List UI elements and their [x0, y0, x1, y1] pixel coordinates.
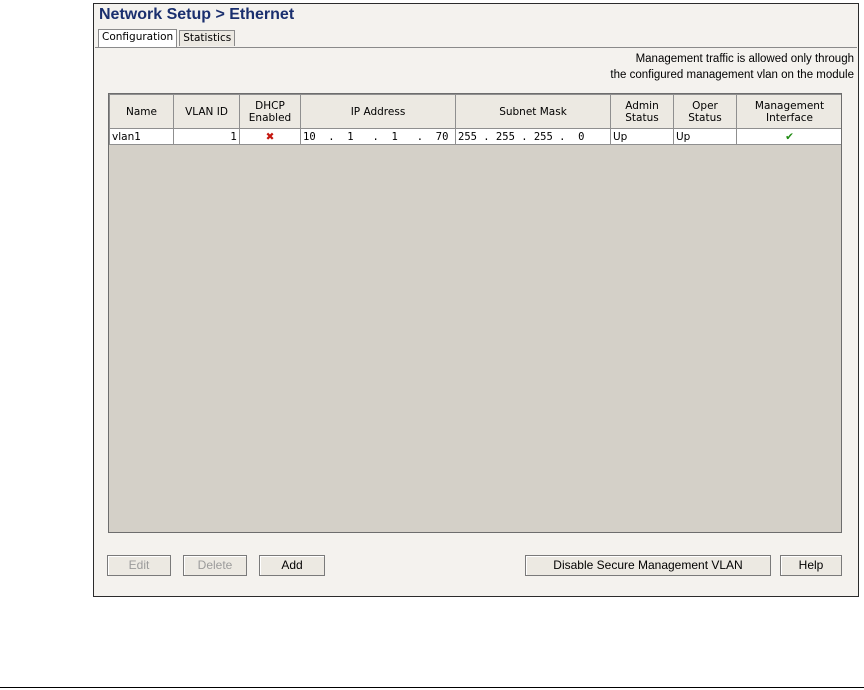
x-mark-icon: ✖ — [265, 130, 275, 143]
table-row[interactable]: vlan1 1 ✖ 10 . 1 . 1 . 70 255 . 255 . 25… — [109, 128, 841, 145]
tab-divider — [95, 47, 857, 48]
cell-name[interactable]: vlan1 — [109, 128, 174, 145]
table-header-row: Name VLAN ID DHCP Enabled IP Address Sub… — [109, 94, 841, 129]
cell-dhcp-enabled[interactable]: ✖ — [239, 128, 301, 145]
column-header-dhcp-enabled[interactable]: DHCP Enabled — [239, 94, 301, 129]
cell-vlan-id[interactable]: 1 — [173, 128, 240, 145]
help-button[interactable]: Help — [780, 555, 842, 576]
vlan-table-container: Name VLAN ID DHCP Enabled IP Address Sub… — [108, 93, 842, 533]
cell-management-interface[interactable]: ✔ — [736, 128, 841, 145]
cell-oper-status[interactable]: Up — [673, 128, 737, 145]
page-footer-rule — [0, 687, 864, 688]
edit-button[interactable]: Edit — [107, 555, 171, 576]
disable-secure-management-vlan-button[interactable]: Disable Secure Management VLAN — [525, 555, 771, 576]
ethernet-setup-window: Network Setup > Ethernet Configuration S… — [93, 3, 859, 597]
column-header-vlan-id[interactable]: VLAN ID — [173, 94, 240, 129]
column-header-admin-status[interactable]: Admin Status — [610, 94, 674, 129]
delete-button[interactable]: Delete — [183, 555, 247, 576]
cell-admin-status[interactable]: Up — [610, 128, 674, 145]
cell-ip-address[interactable]: 10 . 1 . 1 . 70 — [300, 128, 456, 145]
cell-subnet-mask[interactable]: 255 . 255 . 255 . 0 — [455, 128, 611, 145]
subnet-mask-value: 255 . 255 . 255 . 0 — [458, 130, 585, 143]
management-note: Management traffic is allowed only throu… — [610, 51, 854, 83]
column-header-name[interactable]: Name — [109, 94, 174, 129]
management-note-line1: Management traffic is allowed only throu… — [635, 53, 854, 65]
add-button[interactable]: Add — [259, 555, 325, 576]
check-mark-icon: ✔ — [785, 130, 794, 143]
column-header-subnet-mask[interactable]: Subnet Mask — [455, 94, 611, 129]
tab-statistics[interactable]: Statistics — [179, 30, 236, 46]
column-header-ip-address[interactable]: IP Address — [300, 94, 456, 129]
column-header-oper-status[interactable]: Oper Status — [673, 94, 737, 129]
tab-configuration[interactable]: Configuration — [98, 29, 178, 47]
column-header-management-interface[interactable]: Management Interface — [736, 94, 841, 129]
ip-address-value: 10 . 1 . 1 . 70 — [303, 130, 449, 143]
tab-bar: Configuration Statistics — [98, 29, 237, 48]
management-note-line2: the configured management vlan on the mo… — [610, 69, 854, 81]
page-title: Network Setup > Ethernet — [99, 6, 295, 23]
vlan-table: Name VLAN ID DHCP Enabled IP Address Sub… — [109, 94, 841, 145]
